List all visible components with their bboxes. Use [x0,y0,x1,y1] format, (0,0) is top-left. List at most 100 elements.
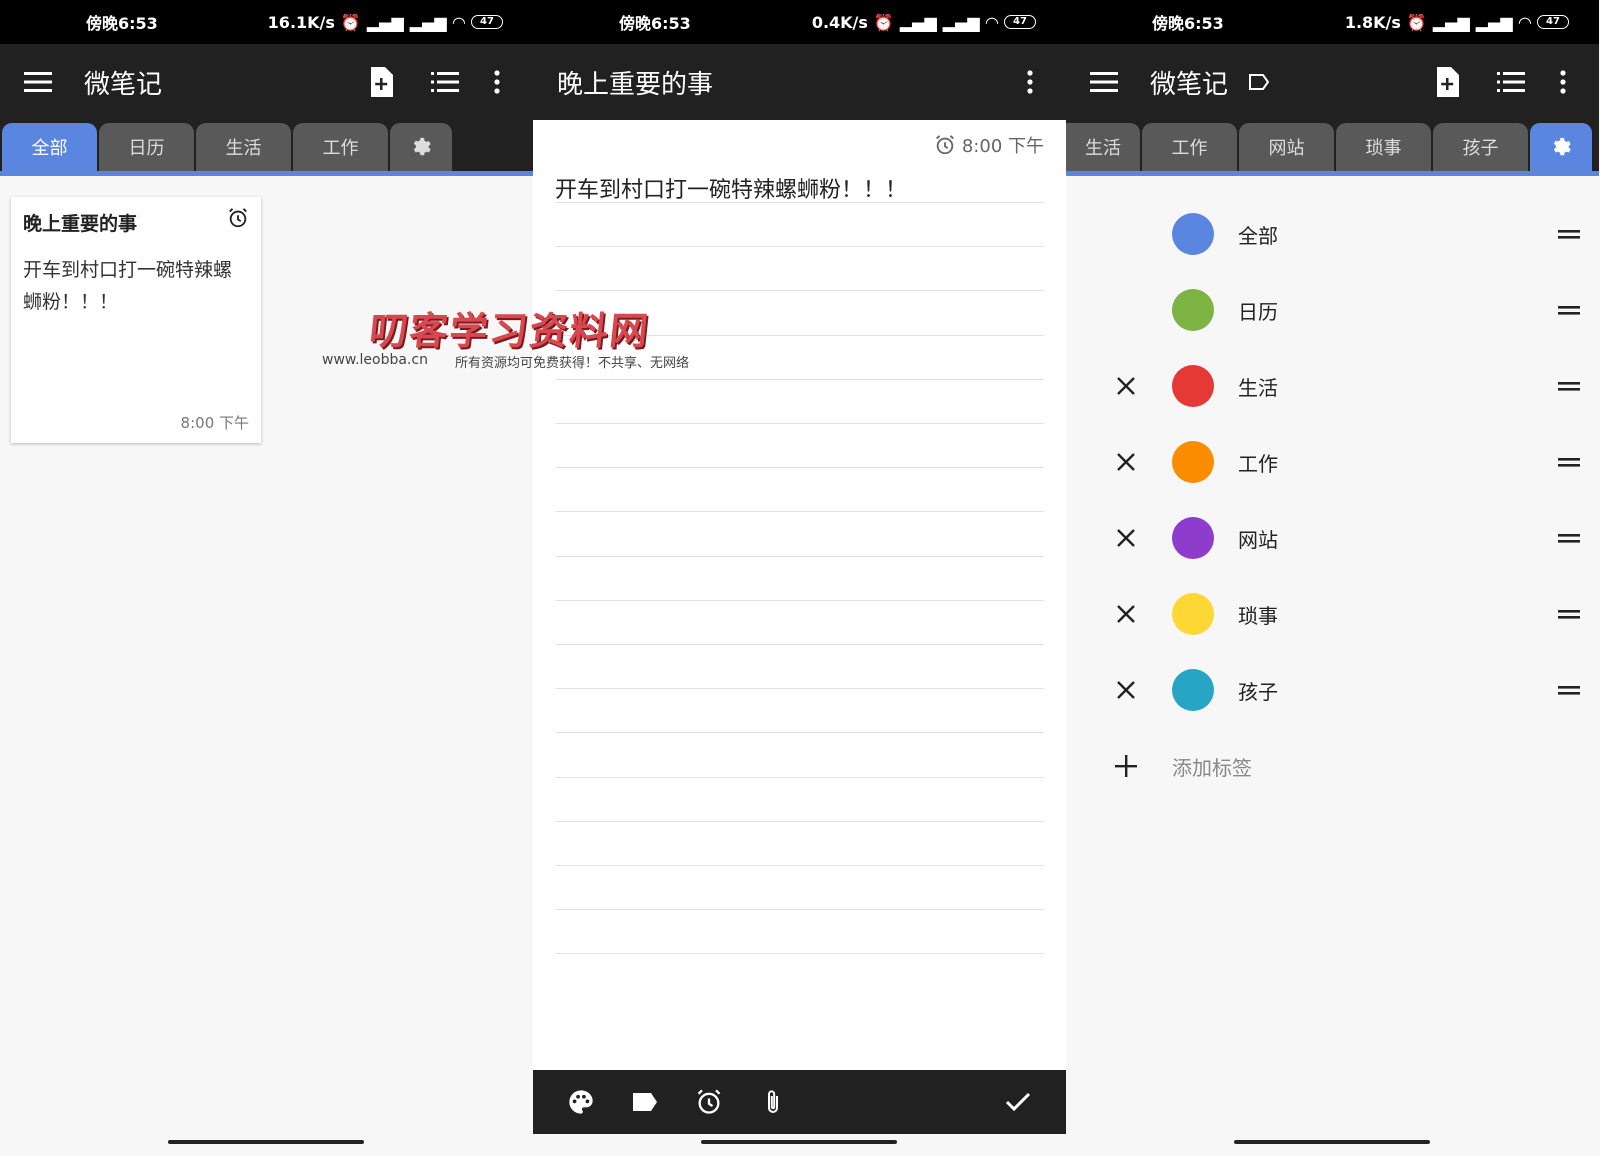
label-name[interactable]: 琐事 [1238,600,1539,629]
note-title[interactable]: 晚上重要的事 [557,64,1010,101]
tab-work[interactable]: 工作 [1142,123,1237,171]
remove-label-button[interactable] [1066,604,1170,624]
watermark-subtitle: 所有资源均可免费获得！不共享、无网络 [455,356,690,371]
tab-all[interactable]: 全部 [2,123,97,171]
label-row[interactable]: 全部 [1066,196,1599,272]
new-note-icon [1437,67,1459,97]
label-color-dot[interactable] [1172,289,1214,331]
app-title: 微笔记 [1150,69,1229,100]
label-row[interactable]: 网站 [1066,500,1599,576]
menu-icon[interactable] [1090,71,1118,93]
label-name[interactable]: 生活 [1238,372,1539,401]
list-view-button[interactable] [1479,58,1543,106]
remove-label-button[interactable] [1066,528,1170,548]
home-indicator[interactable] [1234,1140,1430,1144]
label-row[interactable]: 孩子 [1066,652,1599,728]
add-label-row[interactable]: 添加标签 [1066,728,1599,804]
label-row[interactable]: 生活 [1066,348,1599,424]
close-icon [1117,605,1135,623]
drag-handle-icon [1558,306,1580,315]
drag-handle[interactable] [1539,532,1599,544]
add-label-text[interactable]: 添加标签 [1172,752,1599,781]
label-button[interactable] [613,1078,677,1126]
label-color-dot[interactable] [1172,441,1214,483]
close-icon [1117,453,1135,471]
drag-handle[interactable] [1539,380,1599,392]
close-icon [1117,681,1135,699]
drag-handle[interactable] [1539,456,1599,468]
label-color-dot[interactable] [1172,517,1214,559]
tab-kids[interactable]: 孩子 [1433,123,1528,171]
attach-button[interactable] [741,1078,805,1126]
reminder-time[interactable]: 8:00 下午 [934,132,1044,158]
app-bar: 微笔记 [0,44,533,120]
menu-icon[interactable] [24,71,52,93]
new-note-button[interactable] [1415,58,1479,106]
reminder-button[interactable] [677,1078,741,1126]
note-content[interactable]: 开车到村口打一碗特辣螺蛳粉！！！ [555,172,1044,204]
ruled-line [555,644,1044,645]
remove-label-button[interactable] [1066,452,1170,472]
check-icon [1005,1092,1031,1112]
tab-settings[interactable] [1530,123,1592,171]
tab-chores[interactable]: 琐事 [1336,123,1431,171]
paperclip-icon [768,1090,778,1113]
status-bar: 傍晚6:53 1.8K/s ⏰ ▂▄▆ ▂▄▆ ◠ 47 [1066,0,1599,44]
gesture-bar [533,1134,1066,1156]
label-name[interactable]: 全部 [1238,220,1539,249]
drag-handle[interactable] [1539,304,1599,316]
alarm-icon [935,135,954,155]
note-body: 开车到村口打一碗特辣螺蛳粉！！！ [23,259,233,313]
drag-handle[interactable] [1539,684,1599,696]
drag-handle-icon [1558,610,1580,619]
home-indicator[interactable] [168,1140,364,1144]
label-color-dot[interactable] [1172,365,1214,407]
drag-handle[interactable] [1539,608,1599,620]
add-label-button[interactable] [1066,755,1170,777]
more-vert-icon [1027,70,1033,94]
label-name[interactable]: 网站 [1238,524,1539,553]
label-row[interactable]: 工作 [1066,424,1599,500]
remove-label-button[interactable] [1066,680,1170,700]
tab-work[interactable]: 工作 [293,123,388,171]
overflow-menu-button[interactable] [1010,58,1050,106]
label-name[interactable]: 工作 [1238,448,1539,477]
watermark-url: www.leobba.cn [322,352,428,368]
overflow-menu-button[interactable] [1543,58,1583,106]
label-name[interactable]: 日历 [1238,296,1539,325]
label-row[interactable]: 琐事 [1066,576,1599,652]
battery-icon: 47 [1537,15,1569,29]
tab-life[interactable]: 生活 [196,123,291,171]
label-color-dot[interactable] [1172,669,1214,711]
drag-handle[interactable] [1539,228,1599,240]
label-color-dot[interactable] [1172,213,1214,255]
list-view-button[interactable] [413,58,477,106]
tab-settings[interactable] [390,123,452,171]
signal-icon-2: ▂▄▆ [409,12,447,32]
reminder-time-text: 8:00 下午 [961,136,1044,157]
overflow-menu-button[interactable] [477,58,517,106]
label-icon [633,1093,657,1111]
signal-icon-2: ▂▄▆ [1475,12,1513,32]
home-indicator[interactable] [701,1140,897,1144]
tab-website[interactable]: 网站 [1239,123,1334,171]
ruled-line [555,776,1044,778]
color-button[interactable] [549,1078,613,1126]
tab-calendar[interactable]: 日历 [99,123,194,171]
remove-label-button[interactable] [1066,376,1170,396]
label-row[interactable]: 日历 [1066,272,1599,348]
new-note-button[interactable] [349,58,413,106]
signal-icon: ▂▄▆ [899,12,937,32]
label-color-dot[interactable] [1172,593,1214,635]
done-button[interactable] [986,1078,1050,1126]
note-title: 晚上重要的事 [23,213,138,235]
more-vert-icon [494,70,500,94]
list-icon [1497,72,1525,92]
tab-life[interactable]: 生活 [1066,123,1140,171]
net-speed: 16.1K/s [267,12,335,32]
label-name[interactable]: 孩子 [1238,676,1539,705]
note-editor[interactable]: 8:00 下午 开车到村口打一碗特辣螺蛳粉！！！ [533,120,1066,1070]
label-tabs: 生活 工作 网站 琐事 孩子 [1066,120,1599,176]
note-card[interactable]: 晚上重要的事 开车到村口打一碗特辣螺蛳粉！！！ 8:00 下午 [11,197,261,443]
ruled-line [555,378,1044,380]
